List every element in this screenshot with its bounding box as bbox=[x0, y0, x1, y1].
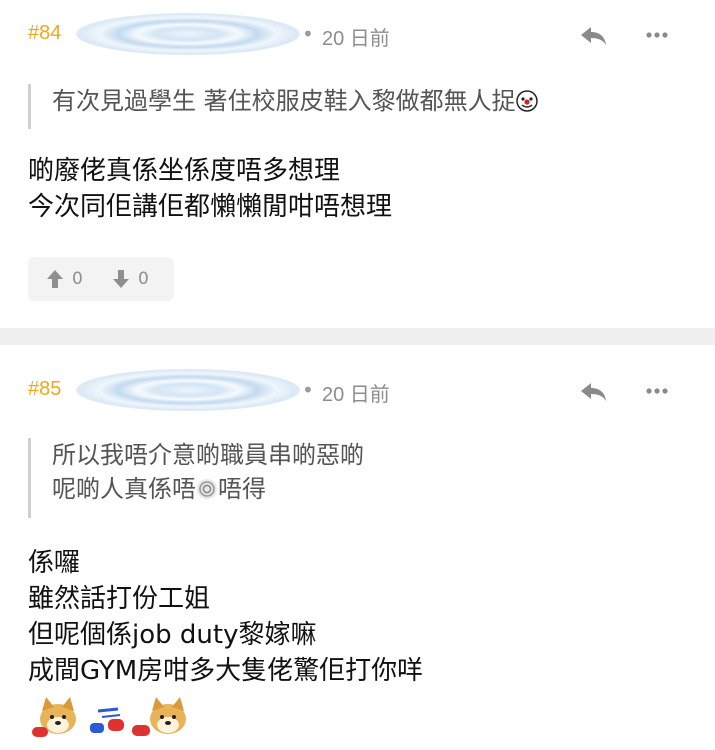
username-blurred[interactable] bbox=[76, 13, 300, 55]
doge-boxing-sticker bbox=[32, 697, 186, 737]
post-85: #85 • 20 日前 所以我唔介意啲職員串啲惡啲 呢啲人真係唔 唔得 係囉 雖然… bbox=[0, 345, 715, 750]
post-body: 啲廢佬真係坐係度唔多想理 今次同佢講佢都懶懶閒咁唔想理 bbox=[28, 153, 392, 225]
clown-emoji-icon bbox=[515, 90, 538, 112]
reply-icon bbox=[581, 383, 606, 401]
post-84: #84 • 20 日前 有次見過學生 著住校服皮鞋入黎做都無人捉 啲廢佬真係坐係… bbox=[0, 0, 715, 328]
vote-bar: 0 0 bbox=[28, 257, 174, 301]
more-icon bbox=[646, 388, 668, 394]
downvote-button[interactable]: 0 bbox=[112, 257, 149, 301]
post-divider bbox=[0, 328, 715, 345]
separator-dot: • bbox=[302, 378, 314, 402]
quote-line: 所以我唔介意啲職員串啲惡啲 bbox=[52, 441, 364, 469]
more-options-button[interactable] bbox=[640, 375, 676, 407]
sticker-row bbox=[28, 693, 198, 738]
upvote-icon bbox=[47, 270, 63, 288]
reply-icon bbox=[581, 27, 606, 45]
username-blurred[interactable] bbox=[76, 369, 300, 411]
body-line: 啲廢佬真係坐係度唔多想理 bbox=[28, 156, 341, 186]
spiral-emoji-icon bbox=[197, 479, 217, 499]
body-line: 係囉 bbox=[28, 548, 81, 578]
quote-line: 呢啲人真係唔 唔得 bbox=[52, 472, 364, 506]
upvote-button[interactable]: 0 bbox=[46, 257, 83, 301]
floor-number[interactable]: #85 bbox=[28, 378, 61, 401]
quote-block: 所以我唔介意啲職員串啲惡啲 呢啲人真係唔 唔得 bbox=[28, 438, 364, 518]
post-time: 20 日前 bbox=[322, 384, 390, 406]
post-header: #85 • 20 日前 bbox=[28, 369, 698, 411]
quote-text: 有次見過學生 著住校服皮鞋入黎做都無人捉 bbox=[52, 87, 516, 115]
quote-text: 唔得 bbox=[218, 475, 266, 503]
quote-block: 有次見過學生 著住校服皮鞋入黎做都無人捉 bbox=[28, 84, 538, 129]
more-icon bbox=[646, 32, 668, 38]
upvote-count: 0 bbox=[72, 269, 83, 289]
downvote-count: 0 bbox=[138, 269, 149, 289]
post-time: 20 日前 bbox=[322, 28, 390, 50]
body-line: 成間GYM房咁多大隻佬驚佢打你咩 bbox=[28, 656, 424, 686]
body-line: 雖然話打份工姐 bbox=[28, 584, 211, 614]
more-options-button[interactable] bbox=[640, 19, 676, 51]
reply-button[interactable] bbox=[576, 375, 612, 407]
separator-dot: • bbox=[302, 22, 314, 46]
floor-number[interactable]: #84 bbox=[28, 22, 61, 45]
reply-button[interactable] bbox=[576, 19, 612, 51]
post-body: 係囉 雖然話打份工姐 但呢個係job duty黎嫁嘛 成間GYM房咁多大隻佬驚佢… bbox=[28, 545, 423, 689]
quote-line: 有次見過學生 著住校服皮鞋入黎做都無人捉 bbox=[52, 84, 538, 118]
body-line: 但呢個係job duty黎嫁嘛 bbox=[28, 620, 317, 650]
post-header: #84 • 20 日前 bbox=[28, 13, 698, 55]
body-line: 今次同佢講佢都懶懶閒咁唔想理 bbox=[28, 192, 393, 222]
downvote-icon bbox=[113, 270, 129, 288]
quote-text: 呢啲人真係唔 bbox=[52, 475, 196, 503]
